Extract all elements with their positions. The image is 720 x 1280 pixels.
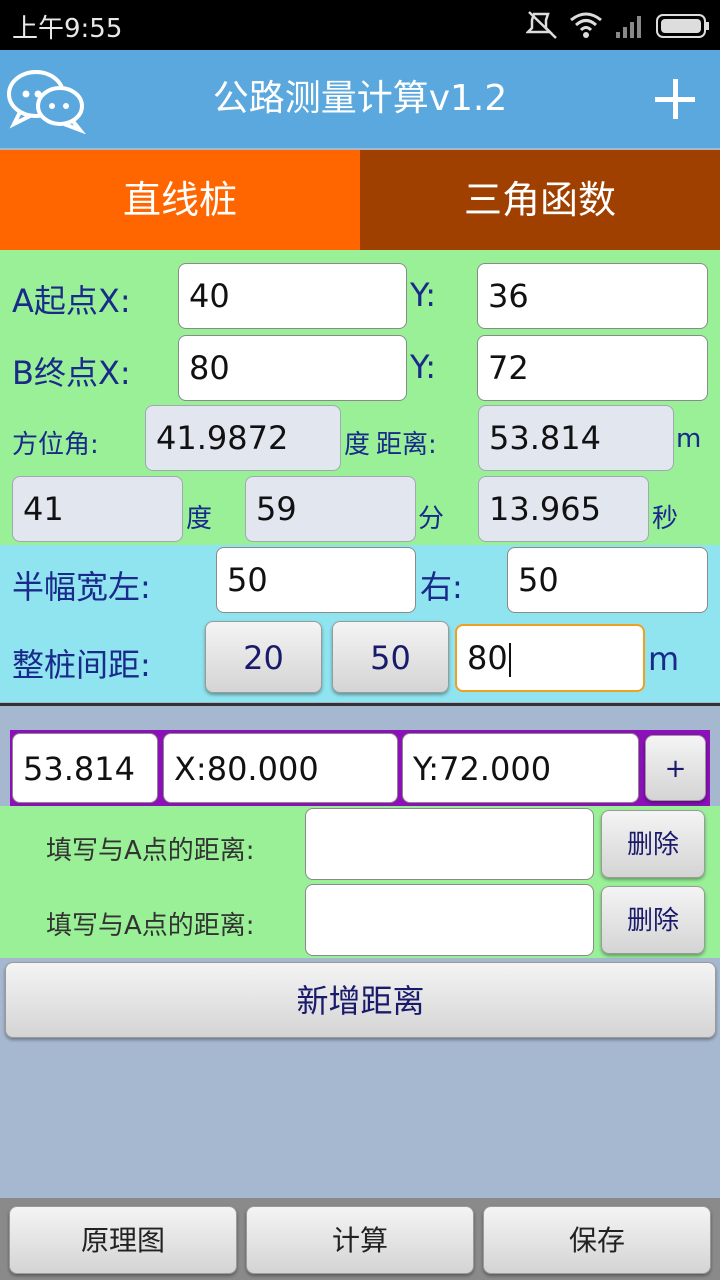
b-x-label: B终点X: [12, 354, 131, 392]
minutes-value: 59 [245, 476, 416, 542]
azimuth-label: 方位角: [12, 430, 99, 460]
add-distance-button[interactable]: 新增距离 [5, 962, 716, 1038]
spacing-input-value: 80 [467, 639, 508, 677]
degrees-value: 41 [12, 476, 183, 542]
distance-value: 53.814 [478, 405, 674, 471]
result-plus-button[interactable]: + [645, 735, 706, 801]
b-y-input[interactable]: 72 [477, 335, 708, 401]
distance-label: 距离: [376, 430, 437, 460]
calculate-button[interactable]: 计算 [246, 1206, 474, 1274]
spacing-input[interactable]: 80 [455, 624, 645, 692]
tab-straight-stake[interactable]: 直线桩 [0, 150, 360, 250]
seconds-unit: 秒 [652, 504, 679, 534]
result-x: X:80.000 [163, 733, 398, 803]
result-y: Y:72.000 [402, 733, 639, 803]
a-y-input[interactable]: 36 [477, 263, 708, 329]
a-y-label: Y: [410, 276, 437, 314]
distance-row-input[interactable] [305, 808, 594, 880]
plus-icon[interactable] [640, 64, 710, 134]
result-distance: 53.814 [12, 733, 158, 803]
distance-row-label: 填写与A点的距离: [46, 836, 255, 866]
wifi-icon [570, 12, 602, 38]
half-width-left-input[interactable]: 50 [216, 547, 416, 613]
delete-button[interactable]: 删除 [601, 886, 705, 954]
half-width-right-label: 右: [420, 568, 463, 606]
save-button[interactable]: 保存 [483, 1206, 711, 1274]
a-x-input[interactable]: 40 [178, 263, 407, 329]
app-title: 公路测量计算v1.2 [212, 78, 508, 119]
spacing-20-button[interactable]: 20 [205, 621, 322, 693]
title-bar: 公路测量计算v1.2 [0, 50, 720, 148]
spacing-50-button[interactable]: 50 [332, 621, 449, 693]
signal-icon [616, 16, 641, 38]
status-time: 上午9:55 [12, 14, 123, 44]
mute-icon [526, 11, 557, 39]
b-y-label: Y: [410, 348, 437, 386]
azimuth-value: 41.9872 [145, 405, 341, 471]
tab-trig-function[interactable]: 三角函数 [360, 150, 720, 250]
status-bar: 上午9:55 [0, 0, 720, 50]
diagram-button[interactable]: 原理图 [9, 1206, 237, 1274]
text-caret [508, 643, 511, 677]
battery-icon [656, 14, 709, 38]
minutes-unit: 分 [418, 504, 445, 534]
azimuth-deg-unit: 度 [344, 430, 371, 460]
seconds-value: 13.965 [478, 476, 649, 542]
spacing-label: 整桩间距: [12, 646, 151, 684]
degrees-unit: 度 [186, 504, 213, 534]
spacing-unit: m [648, 640, 680, 678]
half-width-right-input[interactable]: 50 [507, 547, 708, 613]
distance-row-input[interactable] [305, 884, 594, 956]
a-x-label: A起点X: [12, 282, 131, 320]
distance-row-label: 填写与A点的距离: [46, 911, 255, 941]
b-x-input[interactable]: 80 [178, 335, 407, 401]
half-width-left-label: 半幅宽左: [12, 568, 151, 606]
distance-unit: m [676, 424, 702, 454]
delete-button[interactable]: 删除 [601, 810, 705, 878]
divider [0, 703, 720, 706]
